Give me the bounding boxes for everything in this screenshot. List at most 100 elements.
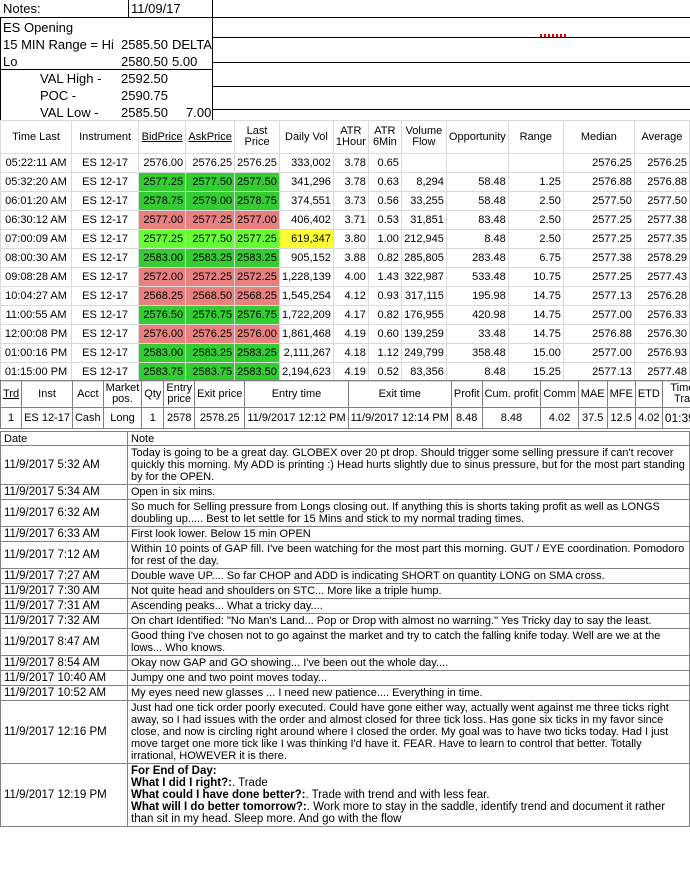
col-daily-vol[interactable]: Daily Vol: [278, 120, 334, 154]
quote-cell-bid: 2572.00: [138, 267, 187, 287]
col-volume-flow[interactable]: Volume Flow: [400, 120, 447, 154]
quote-row[interactable]: 06:01:20 AM ES 12-17 2578.75 2579.00 2578.75…: [0, 191, 690, 211]
col-entry-time[interactable]: Entry time: [244, 380, 349, 408]
col-qty[interactable]: Qty: [141, 380, 165, 408]
col-profit[interactable]: Profit: [450, 380, 483, 408]
col-median[interactable]: Median: [562, 120, 635, 154]
col-bid-price[interactable]: BidPrice: [138, 120, 187, 154]
notes-note-header: Note: [127, 431, 690, 446]
quote-row[interactable]: 09:08:28 AM ES 12-17 2572.00 2572.25 2572.25…: [0, 267, 690, 287]
col-atr-1hour[interactable]: ATR 1Hour: [332, 120, 369, 154]
quote-cell-last: 2576.00: [234, 324, 280, 344]
quote-row[interactable]: 10:04:27 AM ES 12-17 2568.25 2568.50 2568.25…: [0, 286, 690, 306]
notes-row[interactable]: 11/9/2017 6:33 AM First look lower. Below…: [0, 526, 690, 542]
col-inst[interactable]: Inst: [21, 380, 73, 408]
notes-row[interactable]: 11/9/2017 7:30 AM Not quite head and shou…: [0, 583, 690, 599]
quote-cell-opp: 533.48: [445, 267, 509, 287]
quote-cell-vol: 2,194,623: [278, 362, 334, 382]
notes-row[interactable]: 11/9/2017 7:12 AM Within 10 points of GAP…: [0, 541, 690, 569]
quote-cell-bid: 2576.00: [138, 324, 187, 344]
trade-row[interactable]: 1 ES 12-17 Cash Long 1 2578 2578.25 11/9…: [0, 407, 690, 429]
note-text: First look lower. Below 15 min OPEN: [127, 526, 690, 542]
col-entry-price[interactable]: Entry price: [163, 380, 196, 408]
col-comm[interactable]: Comm: [540, 380, 579, 408]
trade-cell: 11/9/2017 12:14 PM: [347, 407, 452, 429]
quote-cell-atr6: 0.52: [367, 362, 402, 382]
notes-row[interactable]: 11/9/2017 8:47 AM Good thing I've chosen …: [0, 628, 690, 656]
quote-cell-range: 1.25: [507, 172, 564, 192]
quote-row[interactable]: 06:30:12 AM ES 12-17 2577.00 2577.25 2577.00…: [0, 210, 690, 230]
notes-row[interactable]: 11/9/2017 5:32 AM Today is going to be a …: [0, 445, 690, 485]
col-acct[interactable]: Acct: [71, 380, 104, 408]
col-trd[interactable]: Trd: [0, 380, 23, 408]
quote-cell-avg: 2576.33: [633, 305, 690, 325]
quote-cell-bid: 2577.00: [138, 210, 187, 230]
trade-cell: 2578: [163, 407, 196, 429]
quote-cell-avg: 2576.30: [633, 324, 690, 344]
quote-cell-flow: 139,259: [400, 324, 447, 344]
quote-row[interactable]: 01:15:00 PM ES 12-17 2583.75 2583.75 2583.50…: [0, 362, 690, 382]
notes-row[interactable]: 11/9/2017 7:27 AM Double wave UP.... So f…: [0, 568, 690, 584]
notes-row[interactable]: 11/9/2017 5:34 AM Open in six mins.: [0, 484, 690, 500]
trade-cell: 11/9/2017 12:12 PM: [244, 407, 349, 429]
quote-cell-range: 6.75: [507, 248, 564, 268]
quote-cell-range: 15.25: [507, 362, 564, 382]
notes-row[interactable]: 11/9/2017 7:31 AM Ascending peaks... What…: [0, 598, 690, 614]
quote-cell-median: 2576.88: [562, 324, 635, 344]
range-lo: 2580.50: [121, 54, 168, 69]
col-market-pos[interactable]: Market pos.: [102, 380, 143, 408]
notes-row[interactable]: 11/9/2017 6:32 AM So much for Selling pre…: [0, 499, 690, 527]
quote-cell-ask: 2577.50: [185, 229, 236, 249]
notes-table: Date Note 11/9/2017 5:32 AM Today is goin…: [0, 431, 690, 827]
col-instrument[interactable]: Instrument: [71, 120, 140, 154]
quote-row[interactable]: 05:32:20 AM ES 12-17 2577.25 2577.50 2577.50…: [0, 172, 690, 192]
quote-cell-inst: ES 12-17: [71, 153, 140, 173]
col-mae[interactable]: MAE: [577, 380, 608, 408]
eod-a2: . Trade with trend and with less fear.: [305, 789, 490, 801]
col-range[interactable]: Range: [507, 120, 564, 154]
notes-row[interactable]: 11/9/2017 7:32 AM On chart Identified: "N…: [0, 613, 690, 629]
notes-row[interactable]: 11/9/2017 10:40 AM Jumpy one and two poin…: [0, 670, 690, 686]
quote-cell-flow: 33,255: [400, 191, 447, 211]
quote-cell-atr6: 0.63: [367, 172, 402, 192]
col-mfe[interactable]: MFE: [606, 380, 636, 408]
col-etd[interactable]: ETD: [634, 380, 663, 408]
quote-cell-avg: 2576.28: [633, 286, 690, 306]
quote-row[interactable]: 05:22:11 AM ES 12-17 2576.00 2576.25 2576.25…: [0, 153, 690, 173]
quote-cell-opp: 8.48: [445, 362, 509, 382]
col-opportunity[interactable]: Opportunity: [445, 120, 509, 154]
quote-cell-median: 2577.00: [562, 343, 635, 363]
quote-row[interactable]: 01:00:16 PM ES 12-17 2583.00 2583.25 2583.25…: [0, 343, 690, 363]
col-time-in-trade[interactable]: Time in Trade: [661, 380, 690, 408]
quote-cell-ask: 2583.75: [185, 362, 236, 382]
col-average[interactable]: Average: [633, 120, 690, 154]
quote-cell-time: 01:15:00 PM: [0, 362, 73, 382]
note-text: Not quite head and shoulders on STC... M…: [127, 583, 690, 599]
quote-row[interactable]: 11:00:55 AM ES 12-17 2576.50 2576.75 2576.75…: [0, 305, 690, 325]
trade-cell: 12.5: [606, 407, 636, 429]
quote-cell-flow: 212,945: [400, 229, 447, 249]
quote-row[interactable]: 12:00:08 PM ES 12-17 2576.00 2576.25 2576.00…: [0, 324, 690, 344]
quote-cell-inst: ES 12-17: [71, 305, 140, 325]
notes-row[interactable]: 11/9/2017 8:54 AM Okay now GAP and GO sho…: [0, 655, 690, 671]
col-last-price[interactable]: Last Price: [234, 120, 280, 154]
col-cum-profit[interactable]: Cum. profit: [481, 380, 542, 408]
eod-q2: What could I have done better?:: [131, 789, 306, 801]
quote-cell-flow: 176,955: [400, 305, 447, 325]
col-ask-price[interactable]: AskPrice: [185, 120, 236, 154]
quote-row[interactable]: 08:00:30 AM ES 12-17 2583.00 2583.25 2583.25…: [0, 248, 690, 268]
quote-cell-time: 06:30:12 AM: [0, 210, 73, 230]
quote-cell-avg: 2576.88: [633, 172, 690, 192]
col-exit-time[interactable]: Exit time: [347, 380, 452, 408]
quote-cell-inst: ES 12-17: [71, 248, 140, 268]
notes-row[interactable]: 11/9/2017 10:52 AM My eyes need new glass…: [0, 685, 690, 701]
quote-cell-atr6: 0.65: [367, 153, 402, 173]
quote-cell-avg: 2577.43: [633, 267, 690, 287]
col-time-last[interactable]: Time Last: [0, 120, 73, 154]
notes-row[interactable]: 11/9/2017 12:16 PM Just had one tick orde…: [0, 700, 690, 764]
col-exit-price[interactable]: Exit price: [194, 380, 246, 408]
notes-row-end-of-day[interactable]: 11/9/2017 12:19 PM For End of Day: What …: [0, 763, 690, 827]
quote-row[interactable]: 07:00:09 AM ES 12-17 2577.25 2577.50 2577.25…: [0, 229, 690, 249]
col-atr-6min[interactable]: ATR 6Min: [367, 120, 402, 154]
note-date: 11/9/2017 7:32 AM: [0, 613, 128, 629]
